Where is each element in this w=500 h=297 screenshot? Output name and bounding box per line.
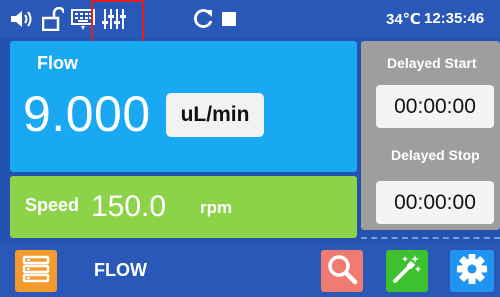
settings-button[interactable] [450,250,494,292]
search-icon [326,253,358,290]
flow-label: Flow [37,53,78,73]
unlock-icon[interactable] [40,6,66,32]
delayed-stop-label: Delayed Stop [391,147,480,163]
clock: 12:35:46 [424,10,485,27]
refresh-icon[interactable] [190,6,216,32]
gear-icon [455,252,489,291]
delayed-start-label: Delayed Start [387,55,477,71]
wizard-button[interactable] [386,250,428,292]
menu-icon [21,254,51,289]
speed-label: Speed [25,195,80,215]
divider [361,237,500,239]
bottom-bar: FLOW [0,241,500,297]
mode-label: FLOW [94,260,147,280]
flow-panel[interactable]: Flow 9.000 uL/min [10,41,357,172]
delay-panel: Delayed Start 00:00:00 Delayed Stop 00:0… [361,41,500,230]
stop-icon[interactable] [220,6,238,32]
search-button[interactable] [321,250,363,292]
speed-panel[interactable]: Speed 150.0 rpm [10,176,357,238]
temperature-readout: 34℃ [386,11,421,28]
magic-wand-icon [391,253,423,290]
flow-unit-button[interactable]: uL/min [166,93,264,137]
highlight-box [91,0,144,44]
flow-value[interactable]: 9.000 [23,85,151,143]
menu-button[interactable] [15,250,57,292]
delayed-start-field[interactable]: 00:00:00 [376,85,494,128]
speed-value[interactable]: 150.0 [91,190,166,224]
status-bar: 34℃ 12:35:46 [0,0,500,44]
pump-screen: 34℃ 12:35:46 Flow 9.000 uL/min Speed 150… [0,0,500,297]
delayed-stop-field[interactable]: 00:00:00 [376,181,494,224]
speed-unit: rpm [200,198,233,217]
speaker-icon[interactable] [8,6,38,32]
